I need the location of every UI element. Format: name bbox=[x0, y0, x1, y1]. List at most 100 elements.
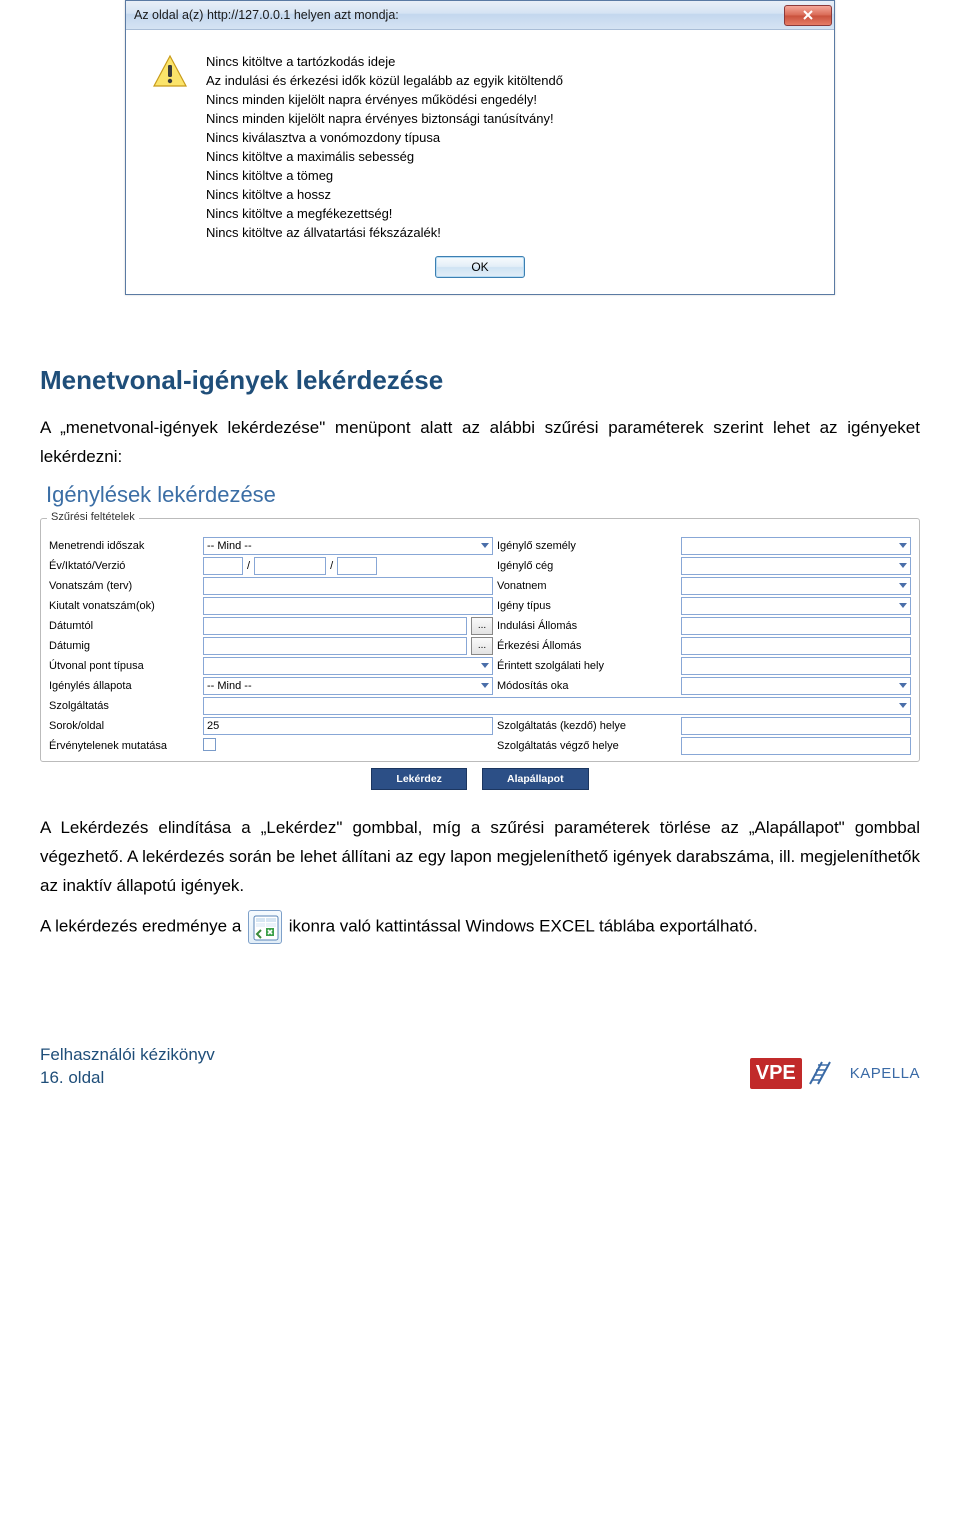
dialog-footer: OK bbox=[126, 250, 834, 294]
dialog-line: Nincs minden kijelölt napra érvényes biz… bbox=[206, 109, 563, 128]
dialog-line: Nincs kiválasztva a vonómozdony típusa bbox=[206, 128, 563, 147]
label-ev: Év/Iktató/Verzió bbox=[49, 560, 199, 572]
label-erkezesi: Érkezési Állomás bbox=[497, 640, 677, 652]
ev-inputs: / / bbox=[203, 557, 493, 575]
checkbox-wrap bbox=[203, 738, 493, 754]
query-form: Igénylések lekérdezése Szűrési feltétele… bbox=[40, 482, 920, 790]
sorok-value: 25 bbox=[207, 720, 219, 732]
lekerdez-button[interactable]: Lekérdez bbox=[371, 768, 467, 790]
label-datumig: Dátumig bbox=[49, 640, 199, 652]
select-menetrendi[interactable]: -- Mind -- bbox=[203, 537, 493, 555]
label-igenylo-ceg: Igénylő cég bbox=[497, 560, 677, 572]
input-indulasi[interactable] bbox=[681, 617, 911, 635]
input-erkezesi[interactable] bbox=[681, 637, 911, 655]
page-footer: Felhasználói kézikönyv 16. oldal VPE KAP… bbox=[0, 954, 960, 1108]
chevron-down-icon bbox=[899, 683, 907, 688]
dialog-line: Nincs minden kijelölt napra érvényes műk… bbox=[206, 90, 563, 109]
input-datumtol[interactable] bbox=[203, 617, 467, 635]
dialog-line: Nincs kitöltve a megfékezettség! bbox=[206, 204, 563, 223]
dialog-line: Nincs kitöltve az állvatartási fékszázal… bbox=[206, 223, 563, 242]
input-erintett[interactable] bbox=[681, 657, 911, 675]
label-erintett: Érintett szolgálati hely bbox=[497, 660, 677, 672]
fieldset-legend: Szűrési feltételek bbox=[47, 511, 139, 523]
date-picker-button[interactable]: ... bbox=[471, 617, 493, 635]
kapella-text: KAPELLA bbox=[850, 1065, 920, 1082]
date-picker-button[interactable]: ... bbox=[471, 637, 493, 655]
alert-dialog: Az oldal a(z) http://127.0.0.1 helyen az… bbox=[125, 0, 835, 295]
select-igenylo-ceg[interactable] bbox=[681, 557, 911, 575]
footer-left: Felhasználói kézikönyv 16. oldal bbox=[40, 1044, 215, 1088]
select-szolgaltatas[interactable] bbox=[203, 697, 911, 715]
explain-paragraph: A Lekérdezés elindítása a „Lekérdez" gom… bbox=[40, 814, 920, 901]
label-ervenytelenek: Érvénytelenek mutatása bbox=[49, 740, 199, 752]
input-ev[interactable] bbox=[203, 557, 243, 575]
section-heading: Menetvonal-igények lekérdezése bbox=[40, 365, 920, 396]
chevron-down-icon bbox=[481, 683, 489, 688]
label-vonatszam: Vonatszám (terv) bbox=[49, 580, 199, 592]
export-text-b: ikonra való kattintással Windows EXCEL t… bbox=[289, 917, 758, 936]
label-indulasi: Indulási Állomás bbox=[497, 620, 677, 632]
datumig-wrap: ... bbox=[203, 637, 493, 655]
excel-export-icon[interactable] bbox=[248, 910, 282, 944]
footer-page: 16. oldal bbox=[40, 1067, 215, 1089]
filter-fieldset: Szűrési feltételek Menetrendi időszak --… bbox=[40, 518, 920, 762]
input-szolg-kezdo[interactable] bbox=[681, 717, 911, 735]
label-szolg-vegzo: Szolgáltatás végző helye bbox=[497, 740, 677, 752]
label-szolgaltatas: Szolgáltatás bbox=[49, 700, 199, 712]
label-vonatnem: Vonatnem bbox=[497, 580, 677, 592]
dialog-line: Nincs kitöltve a tömeg bbox=[206, 166, 563, 185]
label-szolg-kezdo: Szolgáltatás (kezdő) helye bbox=[497, 720, 677, 732]
chevron-down-icon bbox=[481, 543, 489, 548]
alapallapot-button[interactable]: Alapállapot bbox=[482, 768, 589, 790]
form-button-row: Lekérdez Alapállapot bbox=[40, 768, 920, 790]
dialog-titlebar: Az oldal a(z) http://127.0.0.1 helyen az… bbox=[126, 1, 834, 30]
form-title: Igénylések lekérdezése bbox=[46, 482, 920, 508]
label-sorok: Sorok/oldal bbox=[49, 720, 199, 732]
input-sorok[interactable]: 25 bbox=[203, 717, 493, 735]
select-igeny-tipus[interactable] bbox=[681, 597, 911, 615]
label-igenyles-allapota: Igénylés állapota bbox=[49, 680, 199, 692]
select-igenylo-szemely[interactable] bbox=[681, 537, 911, 555]
filter-grid: Menetrendi időszak -- Mind -- Igénylő sz… bbox=[49, 537, 911, 755]
chevron-down-icon bbox=[899, 583, 907, 588]
chevron-down-icon bbox=[899, 563, 907, 568]
checkbox-ervenytelenek[interactable] bbox=[203, 738, 216, 751]
label-kiutalt: Kiutalt vonatszám(ok) bbox=[49, 600, 199, 612]
dialog-message: Nincs kitöltve a tartózkodás ideje Az in… bbox=[192, 52, 563, 242]
chevron-down-icon bbox=[899, 543, 907, 548]
rail-icon bbox=[806, 1058, 844, 1088]
intro-paragraph: A „menetvonal-igények lekérdezése" menüp… bbox=[40, 414, 920, 472]
label-menetrendi: Menetrendi időszak bbox=[49, 540, 199, 552]
input-iktato[interactable] bbox=[254, 557, 326, 575]
input-datumig[interactable] bbox=[203, 637, 467, 655]
input-verzio[interactable] bbox=[337, 557, 377, 575]
label-utvonal: Útvonal pont típusa bbox=[49, 660, 199, 672]
input-kiutalt[interactable] bbox=[203, 597, 493, 615]
vpe-logo: VPE KAPELLA bbox=[750, 1058, 920, 1089]
dialog-line: Nincs kitöltve a hossz bbox=[206, 185, 563, 204]
label-igeny-tipus: Igény típus bbox=[497, 600, 677, 612]
dialog-body: Nincs kitöltve a tartózkodás ideje Az in… bbox=[126, 30, 834, 250]
close-icon bbox=[802, 9, 814, 21]
footer-title: Felhasználói kézikönyv bbox=[40, 1044, 215, 1066]
chevron-down-icon bbox=[899, 603, 907, 608]
vpe-badge: VPE bbox=[750, 1058, 802, 1089]
select-igenyles-allapota[interactable]: -- Mind -- bbox=[203, 677, 493, 695]
datumtol-wrap: ... bbox=[203, 617, 493, 635]
dialog-line: Nincs kitöltve a maximális sebesség bbox=[206, 147, 563, 166]
slash: / bbox=[330, 560, 333, 572]
ok-button[interactable]: OK bbox=[435, 256, 525, 278]
select-utvonal[interactable] bbox=[203, 657, 493, 675]
select-vonatnem[interactable] bbox=[681, 577, 911, 595]
label-datumtol: Dátumtól bbox=[49, 620, 199, 632]
slash: / bbox=[247, 560, 250, 572]
select-value: -- Mind -- bbox=[207, 680, 252, 692]
close-button[interactable] bbox=[784, 5, 832, 26]
input-vonatszam[interactable] bbox=[203, 577, 493, 595]
select-modositas[interactable] bbox=[681, 677, 911, 695]
label-modositas: Módosítás oka bbox=[497, 680, 677, 692]
label-igenylo-szemely: Igénylő személy bbox=[497, 540, 677, 552]
input-szolg-vegzo[interactable] bbox=[681, 737, 911, 755]
dialog-line: Az indulási és érkezési idők közül legal… bbox=[206, 71, 563, 90]
dialog-title: Az oldal a(z) http://127.0.0.1 helyen az… bbox=[134, 8, 399, 22]
